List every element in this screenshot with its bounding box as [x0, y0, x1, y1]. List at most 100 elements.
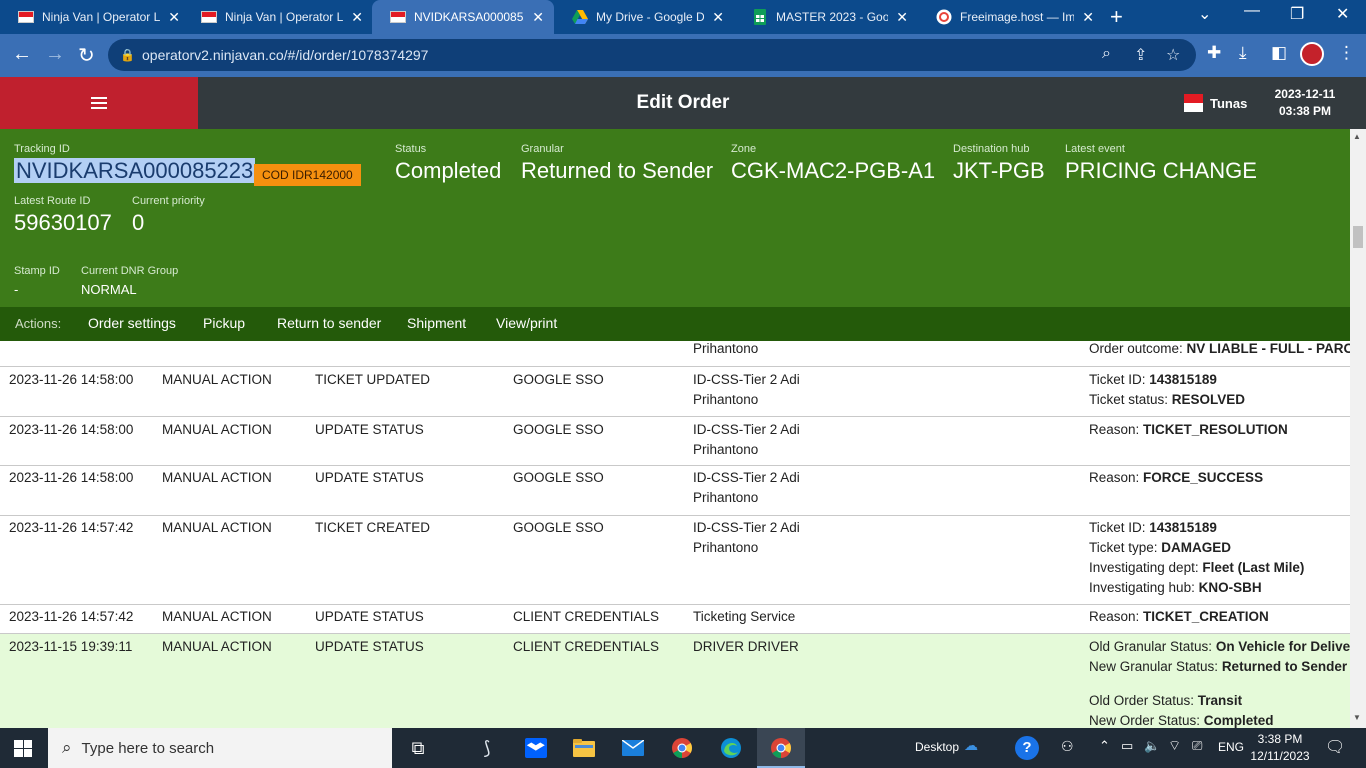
edge-icon[interactable] — [719, 737, 743, 759]
browser-tab-active[interactable]: NVIDKARSA00008522 ✕ — [372, 0, 554, 34]
page-scrollbar[interactable]: ▲ ▼ — [1350, 129, 1366, 728]
order-settings-menu[interactable]: Order settings — [88, 315, 176, 331]
close-icon[interactable]: ✕ — [896, 9, 908, 26]
browser-tab[interactable]: Ninja Van | Operator L ✕ — [183, 0, 373, 34]
pickup-menu[interactable]: Pickup — [203, 315, 245, 331]
latest-route-id-field: Latest Route ID 59630107 — [14, 195, 112, 237]
help-icon[interactable]: ? — [1015, 736, 1039, 760]
source-cell: CLIENT CREDENTIALS — [513, 639, 660, 654]
view-print-menu[interactable]: View/print — [496, 315, 557, 331]
return-to-sender-menu[interactable]: Return to sender — [277, 315, 381, 331]
download-icon[interactable]: ⤓ — [1239, 43, 1247, 63]
volume-icon[interactable]: 🔈 — [1144, 738, 1160, 754]
scrollbar-thumb[interactable] — [1353, 226, 1363, 248]
back-icon[interactable]: ← — [12, 43, 32, 66]
scroll-down-icon[interactable]: ▼ — [1353, 713, 1361, 722]
type-cell: MANUAL ACTION — [162, 639, 272, 654]
detail-line: Reason: TICKET_RESOLUTION — [1089, 420, 1288, 440]
page-title: Edit Order — [636, 92, 730, 113]
detail-key: Reason: — [1089, 422, 1144, 437]
country-selector[interactable]: Tunas — [1184, 94, 1247, 112]
date-cell: 2023-11-15 19:39:11 — [9, 639, 133, 654]
event-cell: UPDATE STATUS — [315, 422, 424, 437]
google-sheets-icon — [752, 9, 768, 25]
detail-value: NV LIABLE - FULL - PARCEL — [1186, 341, 1350, 356]
search-placeholder: Type here to search — [81, 739, 215, 757]
close-icon[interactable]: ✕ — [712, 9, 724, 26]
extensions-icon[interactable]: ✚ — [1207, 43, 1221, 63]
latest-route-id-label: Latest Route ID — [14, 195, 91, 207]
restore-icon[interactable]: ❐ — [1290, 4, 1304, 24]
user-cell: Prihantono — [693, 341, 758, 359]
close-icon[interactable]: ✕ — [168, 9, 180, 26]
date-cell: 2023-11-26 14:57:42 — [9, 609, 134, 624]
latest-route-id-value[interactable]: 59630107 — [14, 209, 112, 237]
detail-line: Reason: TICKET_CREATION — [1089, 607, 1269, 627]
windows-start-icon[interactable] — [14, 740, 32, 757]
status-label: Status — [395, 143, 427, 155]
notification-icon[interactable]: 🗨 — [1325, 737, 1345, 757]
keyboard-icon[interactable]: ⎚ — [1192, 738, 1202, 754]
file-explorer-icon[interactable] — [572, 737, 596, 759]
mail-icon[interactable] — [621, 737, 645, 759]
dropbox-icon[interactable] — [524, 737, 548, 759]
user-line: Prihantono — [693, 490, 759, 505]
type-cell: MANUAL ACTION — [162, 609, 272, 624]
indonesia-flag-icon — [18, 9, 34, 25]
stamp-id-value: - — [14, 282, 19, 297]
taskbar-time: 3:38 PM — [1257, 732, 1303, 746]
browser-tab[interactable]: Freeimage.host — Im ✕ — [918, 0, 1104, 34]
user-cell: ID-CSS-Tier 2 Adi Prihantono — [693, 370, 800, 410]
table-row: Prihantono Order outcome: NV LIABLE - FU… — [0, 341, 1350, 367]
taskbar-clock[interactable]: 3:38 PM 12/11/2023 — [1240, 731, 1320, 765]
current-priority-label: Current priority — [132, 195, 205, 207]
close-icon[interactable]: ✕ — [351, 9, 363, 26]
tracking-id-value[interactable]: NVIDKARSA000085223 — [14, 158, 256, 183]
freeimage-icon — [936, 9, 952, 25]
minimize-icon[interactable]: — — [1244, 2, 1260, 20]
active-chrome-taskbar-item[interactable] — [757, 728, 805, 768]
browser-tab[interactable]: MASTER 2023 - Goog ✕ — [734, 0, 918, 34]
people-icon[interactable]: ⚇ — [1061, 738, 1074, 755]
onedrive-icon[interactable]: ☁ — [964, 737, 978, 754]
tab-search-icon[interactable]: ⌄ — [1198, 4, 1211, 24]
menu-kebab-icon[interactable]: ⋮ — [1338, 43, 1355, 63]
tray-chevron-icon[interactable]: ⌃ — [1099, 738, 1110, 754]
latest-event-value: PRICING CHANGE — [1065, 158, 1257, 183]
battery-icon[interactable]: ▭ — [1121, 738, 1133, 754]
search-icon: ⌕ — [62, 738, 72, 757]
task-view-icon[interactable]: ⧉ — [406, 737, 430, 759]
desktop-toolbar-label[interactable]: Desktop — [915, 740, 959, 754]
side-panel-icon[interactable]: ◧ — [1271, 43, 1287, 63]
detail-line: New Granular Status: Returned to Sender — [1089, 657, 1350, 677]
chrome-icon[interactable] — [670, 737, 694, 759]
detail-value: FORCE_SUCCESS — [1143, 470, 1264, 485]
zoom-icon[interactable]: ⌕ — [1102, 45, 1111, 63]
address-bar[interactable]: 🔒 operatorv2.ninjavan.co/#/id/order/1078… — [108, 39, 1196, 71]
browser-tab[interactable]: Ninja Van | Operator L ✕ — [0, 0, 190, 34]
source-cell: GOOGLE SSO — [513, 372, 604, 387]
detail-key: Ticket ID: — [1089, 372, 1150, 387]
detail-key: Old Order Status: — [1089, 693, 1198, 708]
new-tab-button[interactable]: + — [1110, 4, 1123, 30]
wifi-icon[interactable]: ⌔ — [1168, 737, 1181, 755]
bookmark-star-icon[interactable]: ☆ — [1166, 45, 1180, 65]
reload-icon[interactable]: ↻ — [78, 43, 95, 68]
browser-tab[interactable]: My Drive - Google Dr ✕ — [554, 0, 734, 34]
taskbar-search[interactable]: ⌕ Type here to search — [48, 728, 392, 768]
table-row: 2023-11-26 14:58:00 MANUAL ACTION UPDATE… — [0, 417, 1350, 466]
app-shortcut-icon[interactable]: ⟆ — [475, 737, 499, 759]
scroll-up-icon[interactable]: ▲ — [1353, 132, 1361, 141]
close-icon[interactable]: ✕ — [1082, 9, 1094, 26]
close-icon[interactable]: ✕ — [532, 9, 544, 26]
forward-icon[interactable]: → — [45, 43, 65, 66]
profile-avatar[interactable] — [1300, 42, 1324, 66]
granular-value: Returned to Sender — [521, 158, 714, 183]
shipment-menu[interactable]: Shipment — [407, 315, 466, 331]
detail-value: TICKET_RESOLUTION — [1143, 422, 1288, 437]
close-window-icon[interactable]: ✕ — [1336, 4, 1349, 24]
share-icon[interactable]: ⇪ — [1134, 45, 1147, 65]
header-date: 2023-12-11 — [1274, 87, 1336, 101]
event-cell: TICKET CREATED — [315, 520, 431, 535]
indonesia-flag-icon — [201, 9, 217, 25]
